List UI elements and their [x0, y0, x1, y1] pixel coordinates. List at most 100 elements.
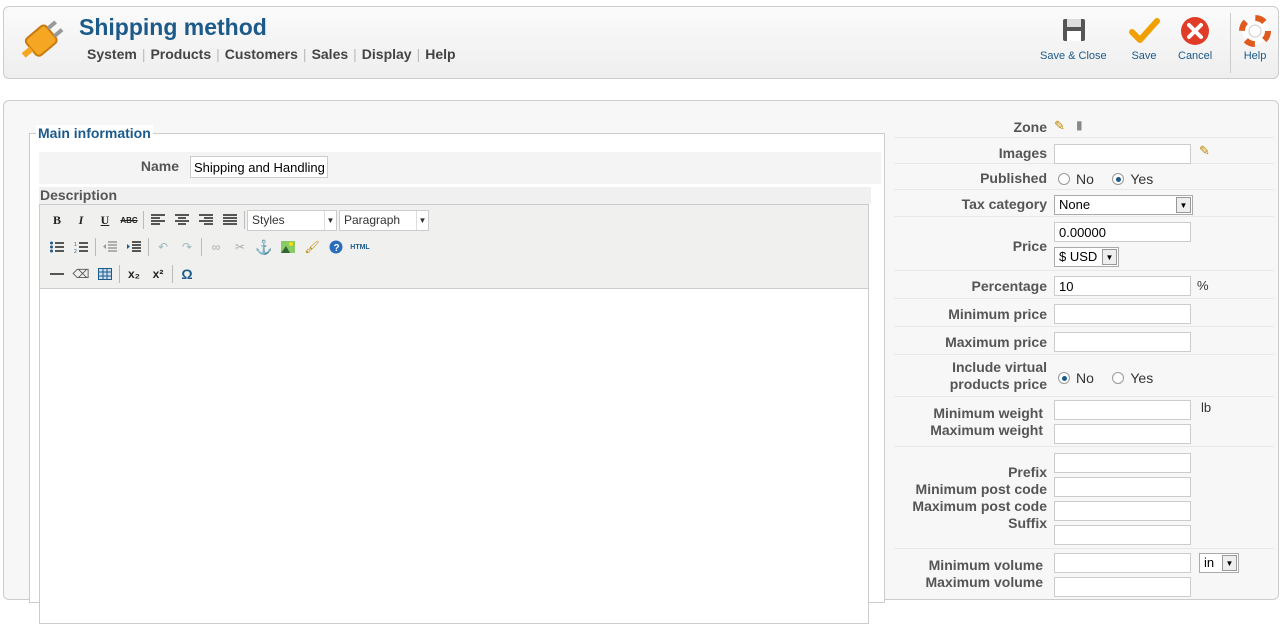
- redo-icon[interactable]: ↷: [175, 236, 199, 258]
- anchor-icon[interactable]: ⚓: [252, 236, 276, 258]
- italic-button[interactable]: I: [69, 209, 93, 231]
- undo-icon[interactable]: ↶: [151, 236, 175, 258]
- minimum-price-row: Minimum price: [894, 299, 1274, 327]
- chevron-down-icon: ▼: [324, 210, 336, 230]
- delete-icon[interactable]: ▮: [1076, 118, 1086, 132]
- tax-category-select[interactable]: None ▼: [1054, 195, 1193, 215]
- editor-separator: [201, 238, 202, 256]
- maximum-post-code-input[interactable]: [1054, 501, 1191, 521]
- horizontal-rule-icon[interactable]: [45, 263, 69, 285]
- menu-display[interactable]: Display: [357, 46, 417, 62]
- edit-note-icon[interactable]: ✎: [1199, 143, 1210, 159]
- menu-help[interactable]: Help: [420, 46, 460, 62]
- include-virtual-label-line1: Include virtual: [952, 359, 1047, 375]
- top-menu: System | Products | Customers | Sales | Disp…: [82, 46, 461, 62]
- tax-category-value: None: [1059, 197, 1091, 212]
- published-no-radio[interactable]: [1058, 173, 1070, 185]
- minimum-volume-input[interactable]: [1054, 553, 1191, 573]
- html-source-button[interactable]: HTML: [348, 236, 372, 258]
- format-select-value: Paragraph: [344, 212, 401, 227]
- menu-products[interactable]: Products: [145, 46, 216, 62]
- currency-select[interactable]: $ USD ▼: [1054, 247, 1119, 267]
- volume-row: Minimum volume Maximum volume in ▼: [894, 549, 1274, 609]
- editor-content-area[interactable]: [40, 289, 868, 623]
- name-row: Name: [39, 152, 881, 184]
- post-code-row: Prefix Minimum post code Maximum post code…: [894, 447, 1274, 549]
- include-virtual-no-label: No: [1076, 370, 1094, 386]
- published-label: Published: [980, 170, 1047, 186]
- save-label: Save: [1131, 50, 1157, 62]
- align-justify-icon[interactable]: [218, 209, 242, 231]
- images-input[interactable]: [1054, 144, 1191, 164]
- weight-unit: lb: [1201, 400, 1212, 415]
- menu-system[interactable]: System: [82, 46, 142, 62]
- minimum-volume-label: Minimum volume: [928, 557, 1043, 573]
- maximum-volume-input[interactable]: [1054, 577, 1191, 597]
- menu-sales[interactable]: Sales: [307, 46, 354, 62]
- numbered-list-icon[interactable]: 12: [69, 236, 93, 258]
- chevron-down-icon: ▼: [1222, 555, 1237, 571]
- volume-unit-select[interactable]: in ▼: [1199, 553, 1239, 573]
- include-virtual-no-radio[interactable]: [1058, 372, 1070, 384]
- include-virtual-yes-radio[interactable]: [1112, 372, 1125, 384]
- cancel-button[interactable]: Cancel: [1178, 15, 1212, 62]
- minimum-price-label: Minimum price: [948, 306, 1047, 322]
- price-label: Price: [1012, 238, 1047, 254]
- chevron-down-icon: ▼: [1102, 249, 1117, 265]
- underline-button[interactable]: U: [93, 209, 117, 231]
- align-right-icon[interactable]: [194, 209, 218, 231]
- lifebuoy-icon: [1239, 15, 1271, 47]
- suffix-input[interactable]: [1054, 525, 1191, 545]
- styles-select[interactable]: Styles ▼: [247, 209, 337, 231]
- prefix-input[interactable]: [1054, 453, 1191, 473]
- edit-note-icon[interactable]: ✎: [1054, 118, 1068, 133]
- align-left-icon[interactable]: [146, 209, 170, 231]
- editor-separator: [95, 238, 96, 256]
- maximum-weight-input[interactable]: [1054, 424, 1191, 444]
- minimum-post-code-input[interactable]: [1054, 477, 1191, 497]
- outdent-icon[interactable]: [98, 236, 122, 258]
- weight-row: Minimum weight Maximum weight lb: [894, 397, 1274, 447]
- percentage-label: Percentage: [971, 278, 1047, 294]
- page-title: Shipping method: [79, 14, 267, 40]
- image-icon[interactable]: [276, 236, 300, 258]
- help-button[interactable]: Help: [1239, 15, 1271, 62]
- minimum-weight-label: Minimum weight: [933, 405, 1043, 421]
- price-input[interactable]: [1054, 222, 1191, 242]
- unlink-icon[interactable]: ✂: [228, 236, 252, 258]
- eraser-icon[interactable]: ⌫: [69, 263, 93, 285]
- name-input[interactable]: [190, 156, 328, 178]
- published-yes-radio[interactable]: [1112, 173, 1125, 185]
- superscript-button[interactable]: x²: [146, 263, 170, 285]
- table-icon[interactable]: [93, 263, 117, 285]
- maximum-price-input[interactable]: [1054, 332, 1191, 352]
- prefix-label: Prefix: [1008, 464, 1047, 480]
- subscript-button[interactable]: x₂: [122, 263, 146, 285]
- minimum-weight-input[interactable]: [1054, 400, 1191, 420]
- cleanup-brush-icon[interactable]: 🖌: [300, 236, 324, 258]
- save-close-label: Save & Close: [1040, 50, 1107, 62]
- link-icon[interactable]: ∞: [204, 236, 228, 258]
- save-button[interactable]: Save: [1128, 15, 1160, 62]
- rich-text-editor: B I U ABC Styles ▼ Paragraph ▼ 12 ↶ ↷ ∞ …: [39, 204, 869, 624]
- indent-icon[interactable]: [122, 236, 146, 258]
- special-char-button[interactable]: Ω: [175, 263, 199, 285]
- published-no-label: No: [1076, 171, 1094, 187]
- bullet-list-icon[interactable]: [45, 236, 69, 258]
- help-circle-icon[interactable]: ?: [324, 236, 348, 258]
- percentage-input[interactable]: [1054, 276, 1191, 296]
- strikethrough-button[interactable]: ABC: [117, 209, 141, 231]
- format-select[interactable]: Paragraph ▼: [339, 209, 429, 231]
- align-center-icon[interactable]: [170, 209, 194, 231]
- maximum-price-row: Maximum price: [894, 327, 1274, 355]
- save-close-button[interactable]: Save & Close: [1040, 15, 1107, 62]
- maximum-weight-label: Maximum weight: [930, 422, 1043, 438]
- checkmark-icon: [1129, 18, 1160, 43]
- minimum-price-input[interactable]: [1054, 304, 1191, 324]
- bold-button[interactable]: B: [45, 209, 69, 231]
- post-code-labels: Prefix Minimum post code Maximum post code…: [912, 464, 1047, 532]
- maximum-price-label: Maximum price: [945, 334, 1047, 350]
- menu-customers[interactable]: Customers: [220, 46, 303, 62]
- svg-text:?: ?: [334, 243, 340, 254]
- svg-text:1: 1: [74, 242, 77, 248]
